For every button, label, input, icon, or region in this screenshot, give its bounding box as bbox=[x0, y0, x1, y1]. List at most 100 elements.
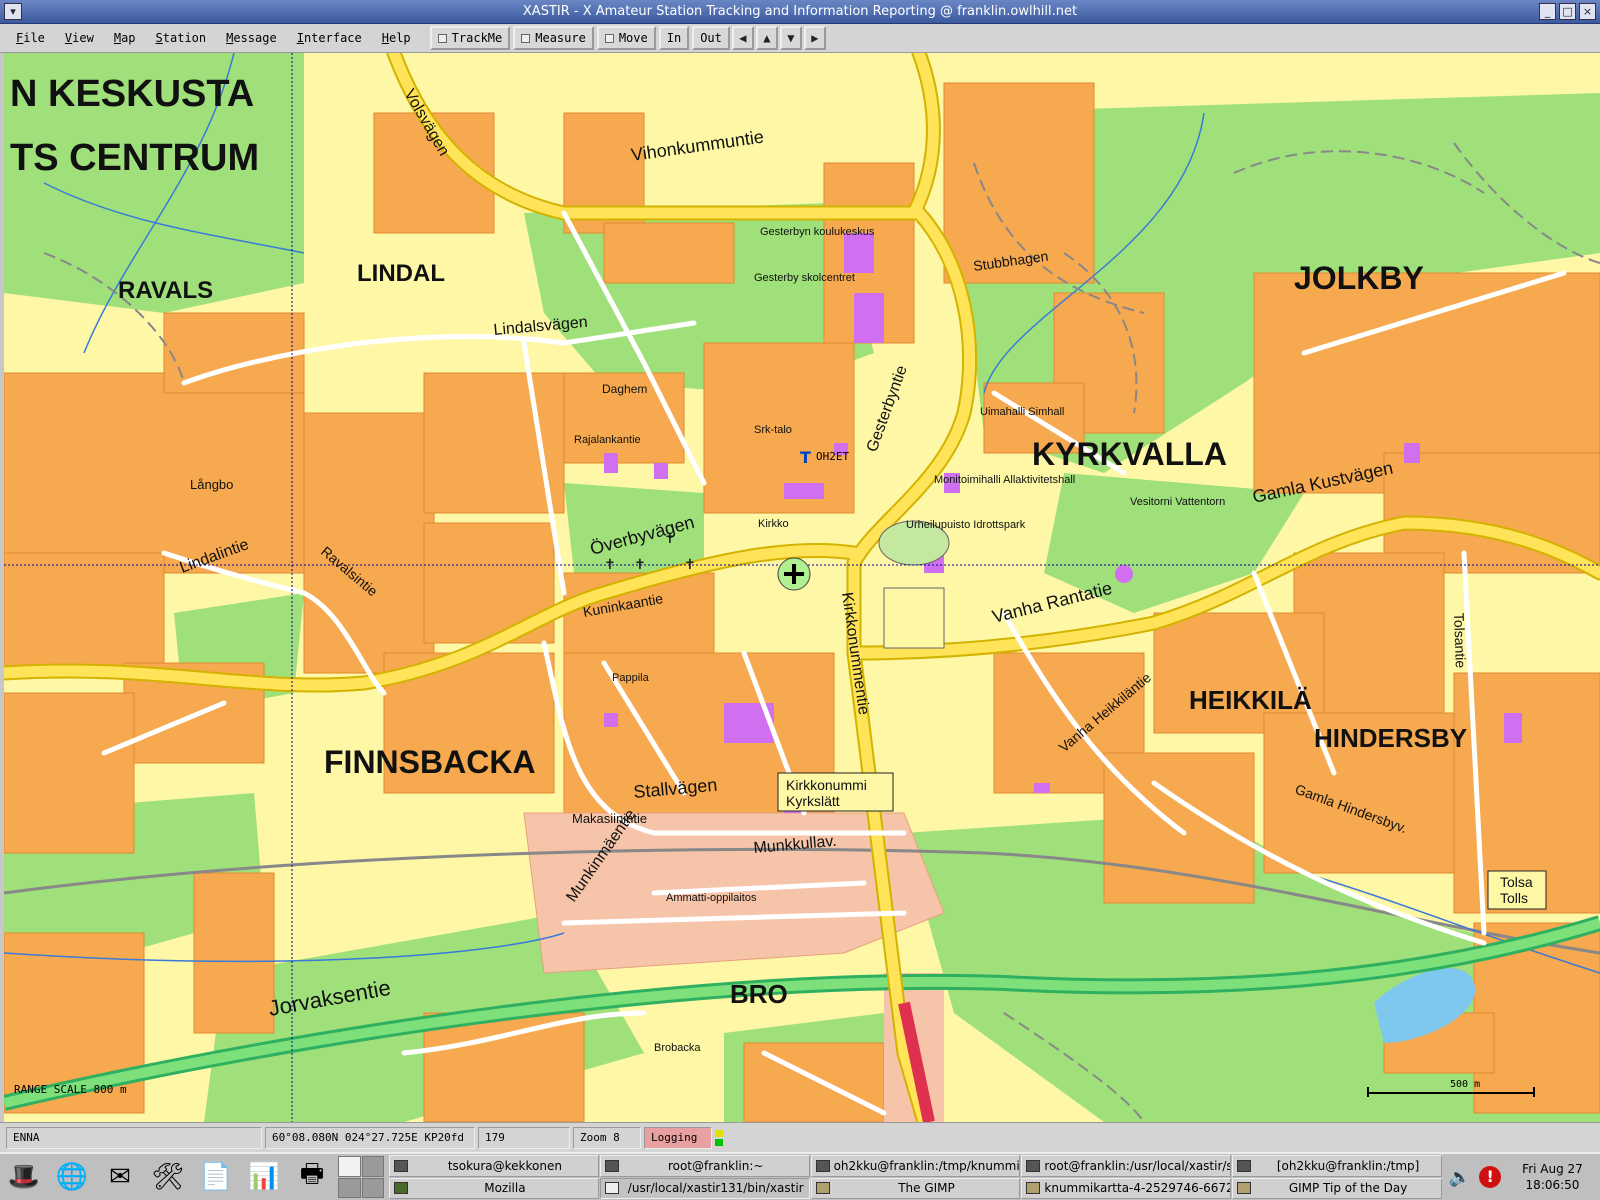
place-kyrkvalla: KYRKVALLA bbox=[1032, 436, 1227, 472]
label-monitoimihalli: Monitoimihalli Allaktivitetshall bbox=[934, 474, 1075, 486]
maximize-icon[interactable]: □ bbox=[1559, 3, 1576, 20]
task-button[interactable]: root@franklin:~ bbox=[599, 1155, 810, 1177]
street-rajalankantie: Rajalankantie bbox=[574, 434, 641, 446]
station-symbol-icon: T bbox=[800, 448, 811, 467]
taskbar: 🎩 🌐 ✉ 🛠 📄 📊 🖶 tsokura@kekkonen root@fran… bbox=[0, 1152, 1600, 1200]
station-callsign: OH2ET bbox=[816, 450, 849, 463]
task-list: tsokura@kekkonen root@franklin:~ oh2kku@… bbox=[386, 1154, 1445, 1200]
map-canvas[interactable]: ✝ ✝ ✝ ✝ N KESKUSTA TS CENTRUM RAVALS LINDAL… bbox=[4, 53, 1600, 1122]
xastir-window-icon bbox=[604, 1182, 619, 1195]
workspace-4[interactable] bbox=[361, 1177, 384, 1198]
volume-icon[interactable]: 🔈 bbox=[1449, 1167, 1471, 1188]
zoom-in-button[interactable]: In bbox=[658, 26, 690, 50]
window-menu-icon[interactable]: ▾ bbox=[4, 3, 22, 20]
label-langbo: Långbo bbox=[190, 477, 233, 492]
close-icon[interactable]: × bbox=[1579, 3, 1596, 20]
place-finnsbacka: FINNSBACKA bbox=[324, 744, 536, 780]
label-uimahalli: Uimahalli Simhall bbox=[980, 406, 1064, 418]
status-message: ENNA bbox=[6, 1126, 262, 1149]
redhat-start-icon[interactable]: 🎩 bbox=[0, 1154, 48, 1200]
alert-icon[interactable]: ! bbox=[1479, 1166, 1502, 1188]
measure-toggle[interactable]: Measure bbox=[513, 26, 594, 50]
label-srk-talo: Srk-talo bbox=[754, 424, 792, 436]
street-gesterbyntie: Gesterbyntie bbox=[864, 363, 911, 454]
sports-field bbox=[883, 587, 945, 649]
terminal-icon bbox=[815, 1159, 830, 1172]
pan-down-icon[interactable]: ▼ bbox=[779, 26, 802, 50]
street-makasiinintie: Makasiinintie bbox=[572, 811, 647, 826]
map-layer: ✝ ✝✝✝ N KESKUSTA TS CENTRUM RAVALS LINDAL… bbox=[4, 53, 1600, 1122]
clock[interactable]: Fri Aug 27 18:06:50 bbox=[1505, 1154, 1600, 1200]
mail-icon[interactable]: ✉ bbox=[96, 1154, 144, 1200]
svg-text:Tolsa: Tolsa bbox=[1500, 874, 1533, 890]
task-button[interactable]: oh2kku@franklin:/tmp/knummik bbox=[810, 1155, 1021, 1177]
task-button[interactable]: [oh2kku@franklin:/tmp] bbox=[1232, 1155, 1442, 1177]
task-button[interactable]: tsokura@kekkonen bbox=[389, 1155, 599, 1177]
menu-station[interactable]: Station bbox=[146, 25, 217, 51]
menu-message[interactable]: Message bbox=[216, 25, 287, 51]
street-vihonkummuntie: Vihonkummuntie bbox=[630, 127, 765, 165]
system-tray: 🔈 ! bbox=[1445, 1154, 1505, 1200]
checkbox-icon bbox=[604, 33, 614, 43]
gimp-icon bbox=[1026, 1182, 1041, 1195]
menu-help[interactable]: Help bbox=[372, 25, 421, 51]
minimize-icon[interactable]: _ bbox=[1539, 3, 1556, 20]
range-scale: RANGE SCALE 800 m bbox=[14, 1083, 127, 1096]
label-gesterbyn-koulu: Gesterbyn koulukeskus bbox=[760, 226, 875, 238]
trackme-toggle[interactable]: TrackMe bbox=[429, 26, 511, 50]
label-vesitorni: Vesitorni Vattentorn bbox=[1130, 496, 1225, 508]
terminal-icon bbox=[1237, 1159, 1252, 1172]
pan-right-icon[interactable]: ▶ bbox=[803, 26, 826, 50]
globe-browser-icon[interactable]: 🌐 bbox=[48, 1154, 96, 1200]
title-bar[interactable]: ▾ XASTIR - X Amateur Station Tracking an… bbox=[0, 0, 1600, 24]
svg-text:Tolls: Tolls bbox=[1500, 890, 1528, 906]
workspace-2[interactable] bbox=[361, 1156, 384, 1177]
task-button[interactable]: Mozilla bbox=[389, 1177, 599, 1199]
tolsa-label-box: Tolsa Tolls bbox=[1487, 870, 1547, 910]
terminal-icon bbox=[1026, 1159, 1041, 1172]
place-heikkila: HEIKKILÄ bbox=[1189, 685, 1312, 715]
svg-text:500 m: 500 m bbox=[1450, 1079, 1480, 1090]
label-daghem: Daghem bbox=[602, 382, 647, 396]
label-pappila: Pappila bbox=[612, 672, 650, 684]
place-centrum: TS CENTRUM bbox=[10, 137, 259, 179]
workspace-1[interactable] bbox=[338, 1156, 361, 1177]
svg-text:✝: ✝ bbox=[634, 557, 646, 573]
gimp-icon bbox=[1237, 1182, 1252, 1195]
office-chart-icon[interactable]: 📊 bbox=[240, 1154, 288, 1200]
printer-icon[interactable]: 🖶 bbox=[288, 1154, 336, 1200]
svg-text:Kirkkonummi: Kirkkonummi bbox=[786, 777, 867, 793]
terminal-icon bbox=[604, 1159, 619, 1172]
menu-map[interactable]: Map bbox=[104, 25, 146, 51]
place-ravals: RAVALS bbox=[118, 277, 213, 304]
pan-up-icon[interactable]: ▲ bbox=[755, 26, 778, 50]
move-toggle[interactable]: Move bbox=[596, 26, 656, 50]
office-writer-icon[interactable]: 📄 bbox=[192, 1154, 240, 1200]
task-button[interactable]: GIMP Tip of the Day bbox=[1232, 1177, 1442, 1199]
workspace-pager[interactable] bbox=[336, 1154, 386, 1200]
label-brobacka: Brobacka bbox=[654, 1042, 701, 1054]
window-title: XASTIR - X Amateur Station Tracking and … bbox=[522, 4, 1078, 19]
zoom-out-button[interactable]: Out bbox=[692, 26, 730, 50]
status-bar: ENNA 60°08.080N 024°27.725E KP20fd 179 S… bbox=[0, 1122, 1600, 1164]
tools-icon[interactable]: 🛠 bbox=[144, 1154, 192, 1200]
menu-view[interactable]: View bbox=[55, 25, 104, 51]
pan-left-icon[interactable]: ◀ bbox=[731, 26, 754, 50]
town-label-box: Kirkkonummi Kyrkslätt bbox=[777, 772, 894, 812]
workspace-3[interactable] bbox=[338, 1177, 361, 1198]
task-button[interactable]: The GIMP bbox=[810, 1177, 1021, 1199]
clock-date: Fri Aug 27 bbox=[1522, 1162, 1583, 1176]
place-bro: BRO bbox=[730, 979, 788, 1009]
label-ammattioppilaitos: Ammatti-oppilaitos bbox=[666, 892, 757, 904]
menu-interface[interactable]: Interface bbox=[287, 25, 372, 51]
window-controls: _ □ × bbox=[1539, 3, 1596, 20]
place-jolkby: JOLKBY bbox=[1294, 260, 1424, 296]
menu-file[interactable]: File bbox=[6, 25, 55, 51]
checkbox-icon bbox=[521, 33, 531, 43]
task-button[interactable]: root@franklin:/usr/local/xastir/sh bbox=[1021, 1155, 1232, 1177]
task-button[interactable]: /usr/local/xastir131/bin/xastir bbox=[599, 1177, 810, 1199]
task-button[interactable]: knummikartta-4-2529746-667201 bbox=[1021, 1177, 1232, 1199]
tx-led-icon bbox=[715, 1129, 723, 1137]
checkbox-icon bbox=[437, 33, 447, 43]
clock-time: 18:06:50 bbox=[1525, 1178, 1580, 1192]
